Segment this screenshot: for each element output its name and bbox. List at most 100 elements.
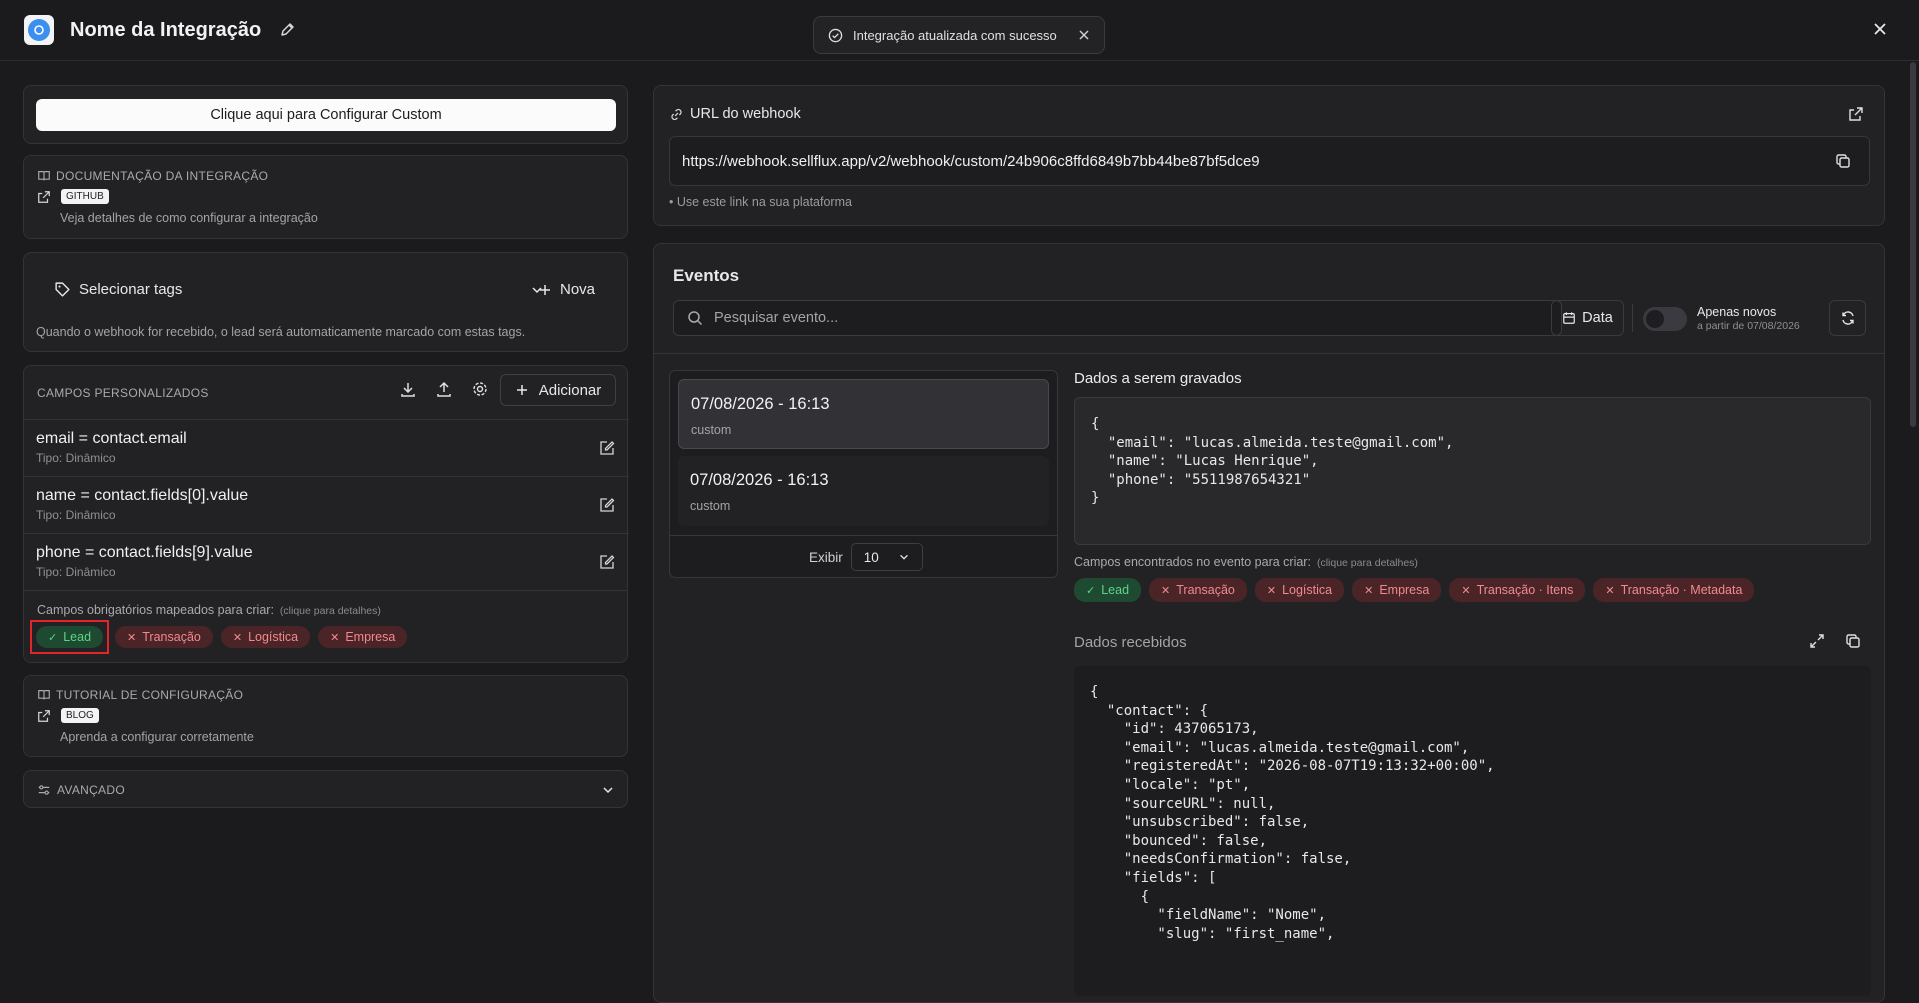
- check-circle-icon: [828, 28, 843, 43]
- event-item[interactable]: 07/08/2026 - 16:13 custom: [678, 456, 1049, 526]
- gear-icon[interactable]: [471, 380, 489, 398]
- events-heading: Eventos: [673, 266, 740, 285]
- highlight-box: ✓ Lead: [30, 620, 110, 654]
- refresh-button[interactable]: [1829, 300, 1866, 336]
- event-datetime: 07/08/2026 - 16:13: [690, 471, 829, 489]
- received-code: { "contact": { "id": 437065173, "email":…: [1090, 684, 1495, 942]
- copy-icon[interactable]: [1835, 153, 1851, 169]
- found-fields-label: Campos encontrados no evento para criar:: [1074, 555, 1311, 569]
- documentation-link[interactable]: GITHUB: [37, 189, 109, 204]
- upload-icon[interactable]: [435, 380, 453, 398]
- tutorial-link[interactable]: BLOG: [37, 708, 99, 723]
- event-item[interactable]: 07/08/2026 - 16:13 custom: [678, 379, 1049, 449]
- download-icon[interactable]: [399, 380, 417, 398]
- blog-badge: BLOG: [61, 708, 99, 723]
- field-row: phone = contact.fields[9].value Tipo: Di…: [24, 533, 629, 590]
- show-label: Exibir: [809, 549, 843, 565]
- page-size-select[interactable]: 10: [850, 543, 923, 571]
- edit-field-icon[interactable]: [599, 440, 615, 456]
- field-mapping: phone = contact.fields[9].value: [36, 544, 253, 561]
- pill-lead[interactable]: ✓ Lead: [36, 626, 104, 648]
- field-mapping: name = contact.fields[0].value: [36, 487, 249, 504]
- date-filter-label: Data: [1582, 310, 1613, 326]
- edit-title-icon[interactable]: [279, 22, 295, 38]
- plus-icon: [538, 283, 552, 297]
- tutorial-description: Aprenda a configurar corretamente: [60, 730, 254, 744]
- configure-card: Clique aqui para Configurar Custom: [23, 85, 628, 144]
- sliders-icon: [37, 783, 51, 797]
- close-icon[interactable]: [1871, 20, 1889, 38]
- pill-empresa[interactable]: ✕ Empresa: [1352, 578, 1442, 602]
- configure-custom-button[interactable]: Clique aqui para Configurar Custom: [36, 99, 616, 131]
- required-fields-label: Campos obrigatórios mapeados para criar:: [37, 603, 274, 617]
- custom-fields-card: CAMPOS PERSONALIZADOS Adicionar email = …: [23, 365, 629, 663]
- tags-card: Selecionar tags Nova Quando o webhook fo…: [23, 252, 628, 352]
- toast-message: Integração atualizada com sucesso: [853, 27, 1057, 43]
- pill-lead[interactable]: ✓ Lead: [1074, 578, 1142, 602]
- new-tag-label: Nova: [560, 281, 596, 298]
- date-filter-button[interactable]: Data: [1551, 300, 1624, 336]
- field-row: name = contact.fields[0].value Tipo: Din…: [24, 476, 629, 533]
- to-save-code-block: { "email": "lucas.almeida.teste@gmail.co…: [1074, 397, 1871, 545]
- select-tags-label: Selecionar tags: [79, 281, 183, 298]
- only-new-sub: a partir de 07/08/2026: [1697, 320, 1800, 332]
- tutorial-heading: TUTORIAL DE CONFIGURAÇÃO: [56, 688, 244, 702]
- to-save-heading: Dados a serem gravados: [1074, 370, 1242, 387]
- book-icon: [37, 688, 51, 702]
- open-external-icon[interactable]: [1848, 106, 1864, 122]
- documentation-description: Veja detalhes de como configurar a integ…: [60, 211, 318, 225]
- tag-icon: [54, 281, 71, 298]
- received-heading: Dados recebidos: [1074, 634, 1187, 651]
- advanced-section[interactable]: AVANÇADO: [23, 770, 628, 808]
- tutorial-card: TUTORIAL DE CONFIGURAÇÃO BLOG Aprenda a …: [23, 675, 628, 757]
- edit-field-icon[interactable]: [599, 554, 615, 570]
- calendar-icon: [1562, 311, 1576, 325]
- field-type: Tipo: Dinâmico: [36, 565, 116, 579]
- pill-logistica[interactable]: ✕ Logística: [1254, 578, 1345, 602]
- webhook-url-field[interactable]: https://webhook.sellflux.app/v2/webhook/…: [669, 136, 1870, 186]
- link-icon: [669, 107, 684, 122]
- github-badge: GITHUB: [61, 189, 109, 204]
- chevron-down-icon: [601, 783, 615, 797]
- documentation-card: DOCUMENTAÇÃO DA INTEGRAÇÃO GITHUB Veja d…: [23, 155, 628, 239]
- edit-field-icon[interactable]: [599, 497, 615, 513]
- plus-icon: [515, 383, 529, 397]
- events-card: Eventos Pesquisar evento... Data Apenas …: [653, 243, 1885, 1003]
- event-source: custom: [691, 423, 732, 437]
- pill-transacao-itens[interactable]: ✕ Transação · Itens: [1449, 578, 1586, 602]
- event-search-input[interactable]: Pesquisar evento...: [673, 300, 1562, 336]
- pill-transacao-metadata[interactable]: ✕ Transação · Metadata: [1593, 578, 1755, 602]
- book-icon: [37, 169, 51, 183]
- toast-close-icon[interactable]: [1078, 29, 1090, 41]
- chevron-down-icon: [898, 551, 910, 563]
- field-type: Tipo: Dinâmico: [36, 508, 116, 522]
- webhook-url: https://webhook.sellflux.app/v2/webhook/…: [682, 152, 1260, 170]
- external-link-icon: [37, 709, 51, 723]
- to-save-code: { "email": "lucas.almeida.teste@gmail.co…: [1091, 416, 1454, 507]
- expand-icon[interactable]: [1809, 633, 1825, 649]
- found-fields-hint: (clique para detalhes): [1316, 557, 1418, 569]
- webhook-label: URL do webhook: [690, 106, 801, 122]
- advanced-heading: AVANÇADO: [57, 783, 125, 797]
- select-tags-dropdown[interactable]: Selecionar tags: [54, 281, 544, 298]
- page-size-value: 10: [863, 549, 879, 565]
- field-mapping: email = contact.email: [36, 430, 187, 447]
- pill-transacao[interactable]: ✕ Transação: [115, 626, 213, 648]
- pill-empresa[interactable]: ✕ Empresa: [318, 626, 408, 648]
- page-title: Nome da Integração: [70, 18, 262, 41]
- external-link-icon: [37, 190, 51, 204]
- pill-logistica[interactable]: ✕ Logística: [220, 626, 311, 648]
- add-field-button[interactable]: Adicionar: [500, 374, 616, 406]
- page-scrollbar[interactable]: [1910, 62, 1916, 427]
- pill-transacao[interactable]: ✕ Transação: [1149, 578, 1247, 602]
- event-list: 07/08/2026 - 16:13 custom 07/08/2026 - 1…: [669, 370, 1058, 578]
- tags-hint: Quando o webhook for recebido, o lead se…: [36, 325, 526, 339]
- new-tag-button[interactable]: Nova: [538, 281, 595, 298]
- search-icon: [687, 310, 703, 326]
- custom-fields-heading: CAMPOS PERSONALIZADOS: [37, 386, 209, 400]
- event-source: custom: [690, 499, 731, 513]
- only-new-toggle[interactable]: [1643, 307, 1687, 331]
- integration-logo: [24, 15, 54, 45]
- copy-received-icon[interactable]: [1845, 633, 1861, 649]
- webhook-hint: • Use este link na sua plataforma: [669, 195, 852, 209]
